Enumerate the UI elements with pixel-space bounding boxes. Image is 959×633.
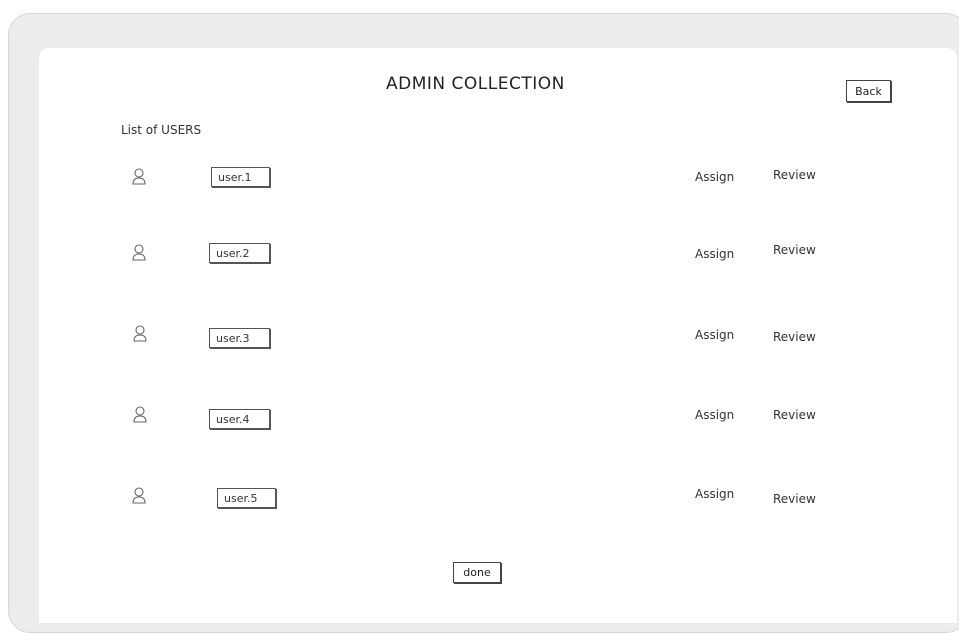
list-heading: List of USERS [121, 123, 202, 137]
assign-link[interactable]: Assign [695, 408, 734, 422]
assign-link[interactable]: Assign [695, 170, 734, 184]
list-item: user.4 Assign Review [39, 404, 957, 434]
user-name-field[interactable]: user.5 [217, 488, 276, 508]
back-button[interactable]: Back [846, 80, 891, 102]
user-name-field[interactable]: user.2 [209, 243, 270, 263]
list-item: user.1 Assign Review [39, 164, 957, 194]
user-icon [131, 168, 147, 186]
assign-link[interactable]: Assign [695, 328, 734, 342]
screen: ADMIN COLLECTION Back List of USERS user… [39, 48, 957, 623]
done-button[interactable]: done [453, 562, 501, 583]
review-link[interactable]: Review [773, 330, 816, 344]
device-frame: ADMIN COLLECTION Back List of USERS user… [8, 13, 959, 633]
user-icon [131, 244, 147, 262]
list-item: user.3 Assign Review [39, 324, 957, 354]
user-icon [132, 406, 148, 424]
user-name-field[interactable]: user.3 [209, 328, 270, 348]
review-link[interactable]: Review [773, 492, 816, 506]
assign-link[interactable]: Assign [695, 487, 734, 501]
list-item: user.2 Assign Review [39, 240, 957, 270]
list-item: user.5 Assign Review [39, 484, 957, 514]
assign-link[interactable]: Assign [695, 247, 734, 261]
user-icon [131, 487, 147, 505]
page-title: ADMIN COLLECTION [386, 74, 565, 94]
review-link[interactable]: Review [773, 168, 816, 182]
user-name-field[interactable]: user.1 [211, 167, 270, 187]
user-name-field[interactable]: user.4 [209, 409, 270, 429]
review-link[interactable]: Review [773, 243, 816, 257]
user-icon [132, 325, 148, 343]
review-link[interactable]: Review [773, 408, 816, 422]
